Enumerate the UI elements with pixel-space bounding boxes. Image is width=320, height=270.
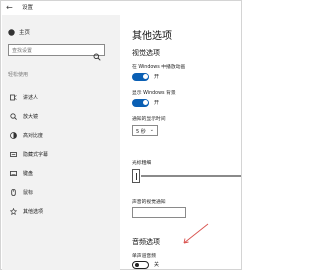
animations-toggle-row: 开 <box>132 72 159 81</box>
back-arrow-icon[interactable]: ← <box>6 3 16 13</box>
sidebar-item-other-options[interactable]: 其他选项 <box>2 202 120 221</box>
search-box[interactable] <box>8 44 105 61</box>
background-label: 显示 Windows 背景 <box>132 91 176 96</box>
keyboard-icon <box>10 170 17 177</box>
sidebar-item-label: 键盘 <box>23 171 34 177</box>
animations-label: 在 Windows 中播放动画 <box>132 65 186 70</box>
mono-audio-label: 单声道音频 <box>132 254 156 259</box>
cursor-thickness-slider[interactable] <box>132 169 241 183</box>
window-title: 设置 <box>22 5 34 11</box>
sidebar-item-home[interactable]: 主页 <box>8 27 30 37</box>
notification-time-label: 通知的显示时间 <box>132 117 166 122</box>
sidebar-item-label: 讲述人 <box>23 95 39 101</box>
mono-audio-toggle[interactable] <box>132 260 149 269</box>
sidebar-item-closed-captions[interactable]: 隐藏式字幕 <box>2 145 120 164</box>
notification-time-dropdown[interactable]: 5 秒 ⌄ <box>132 125 158 136</box>
page-title: 其他选项 <box>132 31 172 42</box>
notification-time-value: 5 秒 <box>136 129 146 135</box>
background-toggle[interactable] <box>132 98 149 107</box>
sidebar-item-narrator[interactable]: 讲述人 <box>2 88 120 107</box>
title-bar: ← 设置 <box>2 2 242 14</box>
magnifier-icon <box>10 113 17 120</box>
mouse-icon <box>10 189 17 196</box>
animations-toggle-state: 开 <box>154 74 160 80</box>
sidebar-nav: 讲述人 放大镜 高对比度 隐藏式字幕 键盘 鼠标 其他选项 <box>2 88 120 221</box>
visual-notify-dropdown[interactable] <box>132 207 186 218</box>
audio-options-heading: 音频选项 <box>132 238 160 246</box>
search-input[interactable] <box>12 47 92 54</box>
sidebar-item-high-contrast[interactable]: 高对比度 <box>2 126 120 145</box>
settings-window: ← 设置 主页 轻松使用 讲述人 <box>0 0 242 270</box>
visual-options-heading: 视觉选项 <box>132 49 160 57</box>
sidebar: 主页 轻松使用 讲述人 放大镜 <box>2 15 120 270</box>
background-toggle-row: 开 <box>132 98 159 107</box>
animations-toggle[interactable] <box>132 72 149 81</box>
chevron-down-icon: ⌄ <box>149 127 154 133</box>
slider-thumb[interactable] <box>132 169 140 183</box>
home-icon <box>8 28 15 36</box>
slider-track[interactable] <box>141 175 241 177</box>
sidebar-item-label: 隐藏式字幕 <box>23 152 49 158</box>
sidebar-item-label: 高对比度 <box>23 133 44 139</box>
visual-notify-label: 声音的视觉通知 <box>132 200 166 205</box>
high-contrast-icon <box>10 132 17 139</box>
search-icon[interactable] <box>93 46 101 61</box>
mono-audio-toggle-row: 关 <box>132 260 159 269</box>
other-options-icon <box>9 207 18 216</box>
sidebar-item-label: 其他选项 <box>23 209 44 215</box>
sidebar-item-keyboard[interactable]: 键盘 <box>2 164 120 183</box>
cursor-thickness-label: 光标粗细 <box>132 161 152 166</box>
mono-audio-toggle-state: 关 <box>154 262 160 268</box>
closed-captions-icon <box>10 151 17 158</box>
sidebar-item-mouse[interactable]: 鼠标 <box>2 183 120 202</box>
sidebar-section-header: 轻松使用 <box>8 72 29 78</box>
background-toggle-state: 开 <box>154 100 160 106</box>
sidebar-item-label: 放大镜 <box>23 114 39 120</box>
annotation-arrow-icon <box>183 223 209 244</box>
sidebar-item-label: 鼠标 <box>23 190 34 196</box>
sidebar-item-magnifier[interactable]: 放大镜 <box>2 107 120 126</box>
home-label: 主页 <box>19 30 31 36</box>
narrator-icon <box>10 94 17 101</box>
